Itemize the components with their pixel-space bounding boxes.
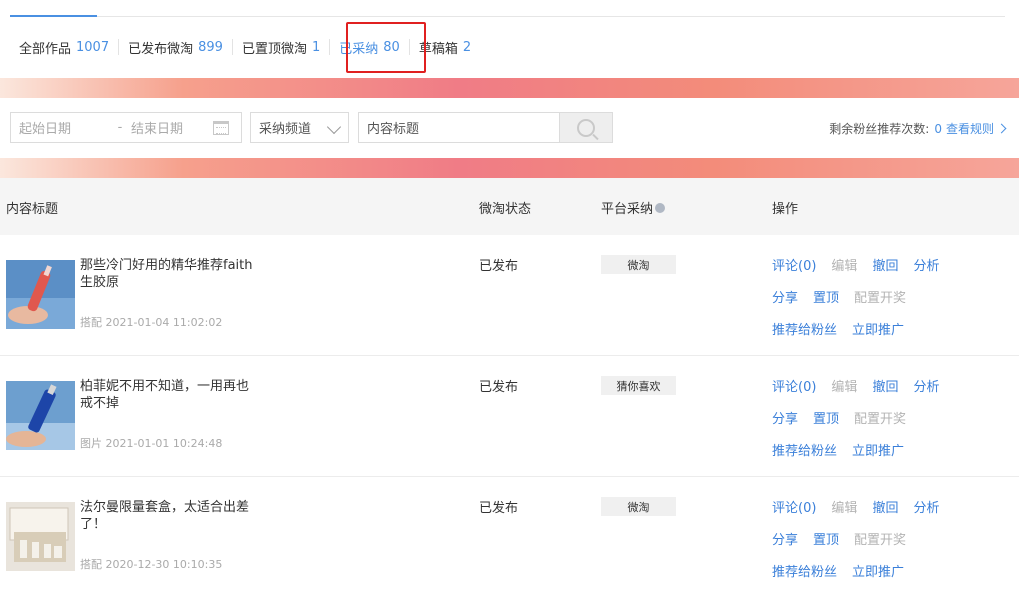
tab-count: 80: [383, 39, 400, 55]
tab-published[interactable]: 已发布微淘 899: [118, 39, 232, 57]
view-rules-link[interactable]: 查看规则: [946, 120, 994, 137]
edit-link: 编辑: [831, 501, 858, 516]
channel-select[interactable]: 采纳频道: [250, 112, 349, 143]
row-actions: 评论(0) 编辑 撤回 分析 分享 置顶 配置开奖 推荐给粉丝 立即推广: [772, 376, 1012, 472]
calendar-icon[interactable]: [213, 120, 229, 135]
promote-now-link[interactable]: 立即推广: [852, 561, 904, 593]
content-title[interactable]: 法尔曼限量套盒，太适合出差了！: [80, 499, 260, 533]
decorative-banner: [0, 158, 1019, 178]
date-separator: -: [117, 120, 123, 135]
tab-adopted[interactable]: 已采纳 80: [329, 39, 409, 57]
comment-link[interactable]: 评论(0): [772, 497, 816, 529]
status-text: 已发布: [479, 259, 519, 274]
search-button[interactable]: [559, 112, 613, 143]
tab-label: 已置顶微淘: [241, 41, 307, 57]
end-date-field[interactable]: 结束日期: [129, 118, 213, 137]
column-header-platform: 平台采纳: [601, 198, 666, 217]
promote-now-link[interactable]: 立即推广: [852, 440, 904, 472]
comment-link[interactable]: 评论(0): [772, 376, 816, 408]
lottery-config-link: 配置开奖: [854, 412, 907, 427]
tab-count: 1007: [76, 39, 110, 55]
content-title[interactable]: 柏菲妮不用不知道，一用再也戒不掉: [80, 378, 260, 412]
start-date-field[interactable]: 起始日期: [11, 118, 111, 137]
title-search-placeholder: 内容标题: [367, 122, 420, 137]
row-actions: 评论(0) 编辑 撤回 分析 分享 置顶 配置开奖 推荐给粉丝 立即推广: [772, 255, 1012, 351]
recommend-to-fans-link[interactable]: 推荐给粉丝: [772, 440, 837, 472]
share-link[interactable]: 分享: [772, 408, 798, 440]
content-title[interactable]: 那些冷门好用的精华推荐faith生胶原: [80, 257, 260, 291]
active-tab-indicator: [10, 15, 97, 17]
tab-all-works[interactable]: 全部作品 1007: [10, 39, 118, 57]
withdraw-link[interactable]: 撤回: [872, 376, 898, 408]
column-header-platform-label: 平台采纳: [601, 202, 654, 217]
chevron-right-icon[interactable]: [996, 123, 1007, 134]
platform-badge: 微淘: [601, 497, 676, 516]
lottery-config-link: 配置开奖: [854, 533, 907, 548]
search-icon: [577, 118, 595, 137]
recommend-to-fans-link[interactable]: 推荐给粉丝: [772, 561, 837, 593]
promote-now-link[interactable]: 立即推广: [852, 319, 904, 351]
filter-bar: 起始日期 - 结束日期 采纳频道 内容标题 剩余粉丝推荐次数: 0 查看规则: [10, 112, 1019, 144]
chevron-down-icon: [326, 119, 342, 135]
platform-badge: 微淘: [601, 255, 676, 274]
share-link[interactable]: 分享: [772, 529, 798, 561]
column-header-ops: 操作: [772, 202, 799, 217]
table-row: 柏菲妮不用不知道，一用再也戒不掉 图片 2021-01-01 10:24:48 …: [0, 356, 1019, 477]
tab-count: 2: [462, 39, 472, 55]
date-range-picker[interactable]: 起始日期 - 结束日期: [10, 112, 242, 143]
recommend-to-fans-link[interactable]: 推荐给粉丝: [772, 319, 837, 351]
tab-bar: 全部作品 1007 已发布微淘 899 已置顶微淘 1 已采纳 80 草稿箱 2: [10, 36, 480, 58]
analyze-link[interactable]: 分析: [913, 376, 939, 408]
tab-pinned[interactable]: 已置顶微淘 1: [231, 39, 329, 57]
share-link[interactable]: 分享: [772, 287, 798, 319]
table-row: 那些冷门好用的精华推荐faith生胶原 搭配 2021-01-04 11:02:…: [0, 235, 1019, 356]
lottery-config-link: 配置开奖: [854, 291, 907, 306]
tab-label: 草稿箱: [418, 41, 458, 57]
pin-link[interactable]: 置顶: [813, 287, 839, 319]
table-header: 内容标题 微淘状态 平台采纳 操作: [0, 178, 1019, 235]
decorative-banner: [0, 78, 1019, 98]
content-thumbnail[interactable]: [6, 502, 75, 571]
table-row: 法尔曼限量套盒，太适合出差了！ 搭配 2020-12-30 10:10:35 已…: [0, 477, 1019, 598]
content-thumbnail[interactable]: [6, 381, 75, 450]
tab-label: 全部作品: [19, 41, 72, 57]
tab-label: 已发布微淘: [128, 41, 194, 57]
edit-link: 编辑: [831, 380, 858, 395]
pin-link[interactable]: 置顶: [813, 529, 839, 561]
row-actions: 评论(0) 编辑 撤回 分析 分享 置顶 配置开奖 推荐给粉丝 立即推广: [772, 497, 1012, 593]
column-header-title: 内容标题: [6, 202, 59, 217]
analyze-link[interactable]: 分析: [913, 497, 939, 529]
remaining-label: 剩余粉丝推荐次数:: [829, 122, 930, 136]
status-text: 已发布: [479, 380, 519, 395]
tab-count: 899: [198, 39, 223, 55]
edit-link: 编辑: [831, 259, 858, 274]
content-meta: 图片 2021-01-01 10:24:48: [80, 437, 223, 450]
comment-link[interactable]: 评论(0): [772, 255, 816, 287]
title-search-input[interactable]: 内容标题: [358, 112, 560, 143]
content-thumbnail[interactable]: [6, 260, 75, 329]
withdraw-link[interactable]: 撤回: [872, 255, 898, 287]
tab-label: 已采纳: [339, 41, 379, 57]
tab-drafts[interactable]: 草稿箱 2: [408, 39, 480, 57]
content-meta: 搭配 2021-01-04 11:02:02: [80, 316, 223, 329]
status-text: 已发布: [479, 501, 519, 516]
tab-count: 1: [311, 39, 321, 55]
platform-badge: 猜你喜欢: [601, 376, 676, 395]
withdraw-link[interactable]: 撤回: [872, 497, 898, 529]
analyze-link[interactable]: 分析: [913, 255, 939, 287]
info-icon[interactable]: [655, 202, 666, 213]
content-meta: 搭配 2020-12-30 10:10:35: [80, 558, 223, 571]
pin-link[interactable]: 置顶: [813, 408, 839, 440]
channel-select-label: 采纳频道: [259, 122, 312, 137]
tab-underline-track: [10, 15, 1005, 17]
remaining-recommend-info: 剩余粉丝推荐次数: 0 查看规则: [829, 120, 1007, 137]
column-header-status: 微淘状态: [479, 202, 532, 217]
remaining-count: 0: [934, 121, 942, 136]
